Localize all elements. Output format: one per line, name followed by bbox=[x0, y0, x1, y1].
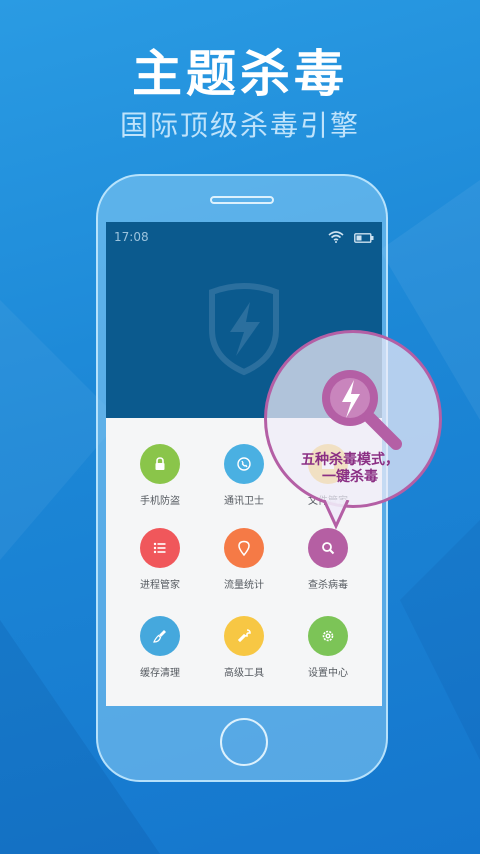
shield-icon bbox=[209, 283, 279, 376]
feature-settings[interactable]: 设置中心 bbox=[282, 616, 374, 696]
battery-icon bbox=[354, 233, 374, 243]
gear-icon bbox=[322, 630, 334, 642]
phone-speaker bbox=[210, 196, 274, 204]
location-pin-icon bbox=[238, 540, 250, 556]
bubble-line-2: 一键杀毒 bbox=[322, 469, 378, 485]
feature-icon-circle bbox=[140, 444, 180, 484]
bubble-line-1: 五种杀毒模式， bbox=[301, 452, 399, 468]
feature-anti-theft[interactable]: 手机防盗 bbox=[114, 444, 206, 524]
feature-cache-clean[interactable]: 缓存清理 bbox=[114, 616, 206, 696]
feature-label: 缓存清理 bbox=[140, 668, 180, 679]
bubble-text: 五种杀毒模式， 一键杀毒 bbox=[280, 452, 420, 486]
home-button[interactable] bbox=[220, 718, 268, 766]
list-icon bbox=[153, 542, 166, 554]
feature-icon-circle bbox=[308, 528, 348, 568]
subline: 国际顶级杀毒引擎 bbox=[119, 109, 360, 142]
status-time: 17:08 bbox=[114, 230, 149, 244]
feature-label: 高级工具 bbox=[224, 668, 264, 679]
feature-virus-scan[interactable]: 查杀病毒 bbox=[282, 528, 374, 608]
wifi-icon bbox=[328, 231, 344, 243]
brush-icon bbox=[153, 630, 166, 643]
feature-process-manager[interactable]: 进程管家 bbox=[114, 528, 206, 608]
feature-traffic-stats[interactable]: 流量统计 bbox=[198, 528, 290, 608]
bubble-tail bbox=[322, 500, 350, 530]
feature-icon-circle bbox=[140, 528, 180, 568]
feature-label: 设置中心 bbox=[308, 668, 348, 679]
lock-icon bbox=[155, 457, 165, 470]
search-icon bbox=[322, 542, 335, 555]
headline: 主题杀毒 bbox=[132, 45, 348, 103]
feature-label: 流量统计 bbox=[224, 580, 264, 591]
phone-icon bbox=[237, 457, 251, 471]
feature-label: 进程管家 bbox=[140, 580, 180, 591]
feature-icon-circle bbox=[224, 616, 264, 656]
feature-icon-circle bbox=[224, 528, 264, 568]
feature-label: 查杀病毒 bbox=[308, 580, 348, 591]
feature-icon-circle bbox=[140, 616, 180, 656]
wrench-icon bbox=[237, 629, 251, 643]
feature-icon-circle bbox=[308, 616, 348, 656]
lightning-search-icon bbox=[322, 370, 402, 450]
feature-label: 手机防盗 bbox=[140, 496, 180, 507]
feature-advanced-tools[interactable]: 高级工具 bbox=[198, 616, 290, 696]
feature-icon-circle bbox=[224, 444, 264, 484]
feature-label: 通讯卫士 bbox=[224, 496, 264, 507]
